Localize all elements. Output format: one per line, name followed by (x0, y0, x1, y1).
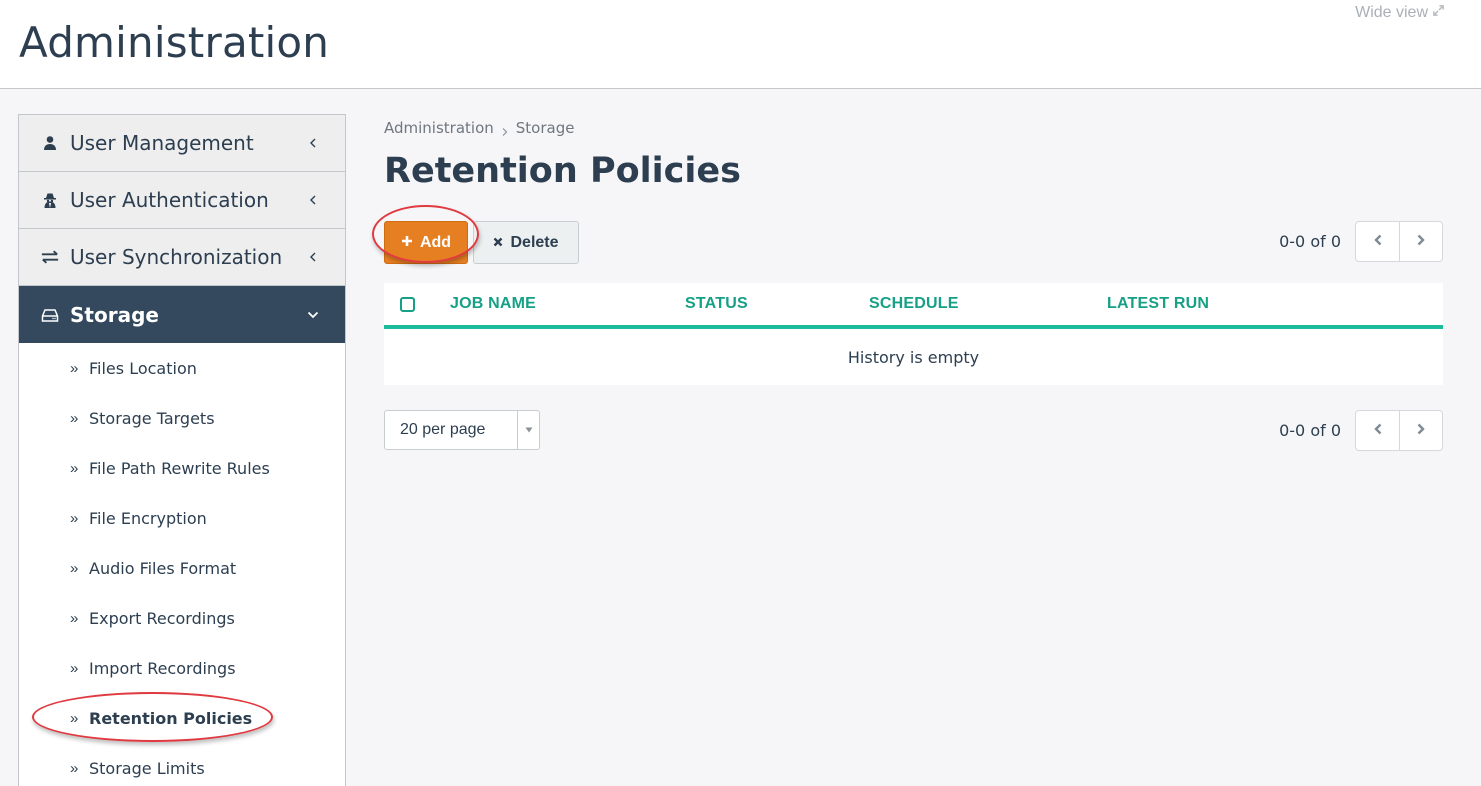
exchange-icon (41, 248, 59, 266)
storage-submenu: » Files Location » Storage Targets » Fil… (19, 343, 345, 786)
double-chevron-icon: » (70, 509, 79, 527)
top-bar: Administration Wide view (0, 0, 1481, 89)
next-page-button[interactable] (1399, 411, 1442, 450)
sidebar-item-label: Storage Limits (89, 758, 205, 778)
wide-view-toggle[interactable]: Wide view (1355, 4, 1445, 22)
sidebar-item-label: Retention Policies (89, 708, 253, 728)
chevron-right-icon (1416, 233, 1426, 251)
sidebar-section-label: User Management (70, 131, 254, 155)
sidebar-item-file-encryption[interactable]: » File Encryption (19, 493, 345, 543)
chevron-down-icon (307, 309, 319, 321)
sidebar-item-export-recordings[interactable]: » Export Recordings (19, 593, 345, 643)
select-all-checkbox[interactable] (400, 296, 415, 312)
main-content: Administration Storage Retention Policie… (384, 114, 1443, 451)
previous-page-button[interactable] (1356, 222, 1399, 261)
sidebar: User Management User Authentication User… (18, 114, 346, 786)
caret-down-icon (517, 411, 539, 449)
double-chevron-icon: » (70, 359, 79, 377)
double-chevron-icon: » (70, 559, 79, 577)
sidebar-item-file-path-rewrite-rules[interactable]: » File Path Rewrite Rules (19, 443, 345, 493)
sidebar-item-label: Files Location (89, 358, 197, 378)
sidebar-item-retention-policies[interactable]: » Retention Policies (19, 693, 345, 743)
sidebar-item-label: Audio Files Format (89, 558, 237, 578)
sidebar-section-user-management[interactable]: User Management (19, 115, 345, 172)
sidebar-item-import-recordings[interactable]: » Import Recordings (19, 643, 345, 693)
sidebar-item-storage-limits[interactable]: » Storage Limits (19, 743, 345, 786)
wide-view-label: Wide view (1355, 4, 1428, 21)
sidebar-item-label: Export Recordings (89, 608, 235, 628)
column-header-status[interactable]: STATUS (685, 295, 748, 313)
user-icon (41, 134, 59, 152)
sidebar-section-label: User Authentication (70, 188, 269, 212)
per-page-select[interactable]: 20 per page (384, 410, 540, 450)
app-title: Administration (19, 18, 330, 67)
breadcrumb: Administration Storage (384, 114, 1443, 142)
sidebar-section-label: Storage (70, 302, 159, 327)
sidebar-item-label: Import Recordings (89, 658, 236, 678)
spy-icon (41, 191, 59, 209)
per-page-value: 20 per page (400, 421, 486, 438)
chevron-right-icon (1416, 422, 1426, 440)
pagination-bottom: 0-0 of 0 (1279, 410, 1443, 451)
double-chevron-icon: » (70, 659, 79, 677)
sidebar-section-storage[interactable]: Storage (19, 286, 345, 343)
chevron-right-icon (500, 123, 510, 136)
plus-icon (401, 234, 413, 252)
expand-arrows-icon (1432, 4, 1445, 22)
chevron-left-icon (1373, 422, 1383, 440)
chevron-left-icon (307, 251, 319, 263)
double-chevron-icon: » (70, 459, 79, 477)
double-chevron-icon: » (70, 709, 79, 727)
add-button[interactable]: Add (384, 221, 468, 264)
chevron-left-icon (307, 194, 319, 206)
pagination-top: 0-0 of 0 (1279, 221, 1443, 262)
sidebar-item-label: File Path Rewrite Rules (89, 458, 270, 478)
sidebar-item-storage-targets[interactable]: » Storage Targets (19, 393, 345, 443)
double-chevron-icon: » (70, 409, 79, 427)
column-header-latest-run[interactable]: LATEST RUN (1107, 295, 1209, 313)
delete-button-label: Delete (510, 233, 559, 251)
breadcrumb-item-storage[interactable]: Storage (516, 119, 575, 137)
sidebar-section-user-authentication[interactable]: User Authentication (19, 172, 345, 229)
table-footer: 20 per page 0-0 of 0 (384, 410, 1443, 451)
sidebar-item-audio-files-format[interactable]: » Audio Files Format (19, 543, 345, 593)
pagination-range: 0-0 of 0 (1279, 421, 1341, 440)
sidebar-section-user-synchronization[interactable]: User Synchronization (19, 229, 345, 286)
delete-button[interactable]: Delete (473, 221, 579, 264)
next-page-button[interactable] (1399, 222, 1442, 261)
double-chevron-icon: » (70, 759, 79, 777)
page-title: Retention Policies (384, 151, 741, 191)
column-header-schedule[interactable]: SCHEDULE (869, 295, 959, 313)
sidebar-section-label: User Synchronization (70, 245, 283, 269)
sidebar-item-label: Storage Targets (89, 408, 215, 428)
toolbar: Add Delete 0-0 of 0 (384, 221, 1443, 265)
sidebar-item-label: File Encryption (89, 508, 207, 528)
add-button-label: Add (419, 233, 452, 251)
chevron-left-icon (307, 137, 319, 149)
chevron-left-icon (1373, 233, 1383, 251)
close-icon (493, 234, 503, 252)
breadcrumb-item-administration[interactable]: Administration (384, 119, 494, 137)
previous-page-button[interactable] (1356, 411, 1399, 450)
empty-state-message: History is empty (847, 347, 980, 367)
hdd-icon (41, 306, 59, 324)
column-header-job-name[interactable]: JOB NAME (450, 295, 536, 313)
sidebar-item-files-location[interactable]: » Files Location (19, 343, 345, 393)
pagination-range: 0-0 of 0 (1279, 232, 1341, 251)
table-header: JOB NAME STATUS SCHEDULE LATEST RUN (384, 283, 1443, 329)
retention-policies-table: JOB NAME STATUS SCHEDULE LATEST RUN Hist… (384, 283, 1443, 385)
double-chevron-icon: » (70, 609, 79, 627)
